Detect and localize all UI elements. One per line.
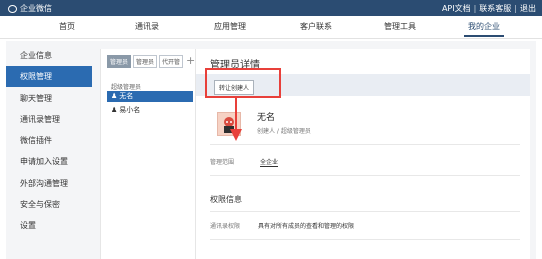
api-docs-link[interactable]: API文档 (442, 3, 471, 14)
contacts-permission-value: 具有对所有成员的查看和管理的权限 (258, 223, 355, 230)
app-name: 企业微信 (20, 4, 52, 13)
sidebar-item-wechat-plugin[interactable]: 微信插件 (6, 130, 92, 151)
divider: | (514, 4, 517, 13)
contact-support-link[interactable]: 联系客服 (479, 3, 511, 14)
contacts-permission-label: 通讯录权限 (210, 223, 241, 230)
admin-detail-role: 创建人 / 超级管理员 (257, 128, 311, 135)
user-icon: ♟ (111, 92, 118, 100)
wecom-logo-icon (8, 4, 17, 13)
add-admin-button[interactable]: + (186, 54, 195, 67)
admin-name: 无名 (119, 92, 134, 100)
nav-app-management[interactable]: 应用管理 (214, 21, 246, 32)
divider: | (473, 4, 477, 13)
admin-filter-tabs: 管理员 管理员 代开管 (107, 55, 184, 68)
sidebar-item-contacts-management[interactable]: 通讯录管理 (6, 109, 92, 130)
annotation-arrow-icon (230, 97, 242, 141)
filter-tab-admins[interactable]: 管理员 (107, 55, 132, 68)
divider (210, 211, 520, 212)
scope-value: 全企业 (260, 159, 279, 167)
scope-label: 管理范围 (210, 159, 235, 166)
nav-home[interactable]: 首页 (59, 21, 75, 32)
sidebar-item-enterprise-info[interactable]: 企业信息 (6, 45, 92, 66)
admin-list-item[interactable]: ♟ 易小名 (107, 105, 193, 116)
top-links: API文档 | 联系客服 | 退出 (442, 3, 536, 14)
sidebar-item-settings[interactable]: 设置 (6, 215, 92, 236)
sidebar-item-chat-management[interactable]: 聊天管理 (6, 88, 92, 109)
filter-tab-delegated[interactable]: 代开管 (159, 55, 184, 68)
nav-my-enterprise[interactable]: 我的企业 (464, 21, 504, 37)
sidebar-item-join-settings[interactable]: 申请加入设置 (6, 151, 92, 172)
sidebar: 企业信息 权限管理 聊天管理 通讯录管理 微信插件 申请加入设置 外部沟通管理 … (6, 45, 92, 259)
highlight-box (205, 68, 281, 98)
permission-section-title: 权限信息 (210, 195, 242, 204)
nav-contacts[interactable]: 通讯录 (135, 21, 159, 32)
admin-detail-name: 无名 (257, 113, 276, 123)
nav-customer-contact[interactable]: 客户联系 (300, 21, 332, 32)
sidebar-item-security[interactable]: 安全与保密 (6, 194, 92, 215)
filter-tab-managers[interactable]: 管理员 (133, 55, 158, 68)
admin-name: 易小名 (119, 106, 141, 114)
admin-group-title: 超级管理员 (111, 84, 142, 91)
divider (210, 144, 520, 145)
admin-list-item[interactable]: ♟ 无名 (107, 91, 193, 102)
user-icon: ♟ (111, 106, 118, 114)
divider (210, 175, 520, 176)
top-bar: 企业微信 API文档 | 联系客服 | 退出 (0, 0, 542, 16)
logout-link[interactable]: 退出 (520, 3, 536, 14)
sidebar-item-permission-management[interactable]: 权限管理 (6, 66, 92, 88)
nav-management-tools[interactable]: 管理工具 (384, 21, 416, 32)
admin-list-panel: 管理员 管理员 代开管 + 超级管理员 ♟ 无名 ♟ 易小名 (100, 49, 196, 259)
divider (210, 239, 520, 240)
main-nav: 首页 通讯录 应用管理 客户联系 管理工具 我的企业 (0, 16, 542, 39)
sidebar-item-external-communication[interactable]: 外部沟通管理 (6, 173, 92, 194)
brand[interactable]: 企业微信 (8, 3, 52, 14)
